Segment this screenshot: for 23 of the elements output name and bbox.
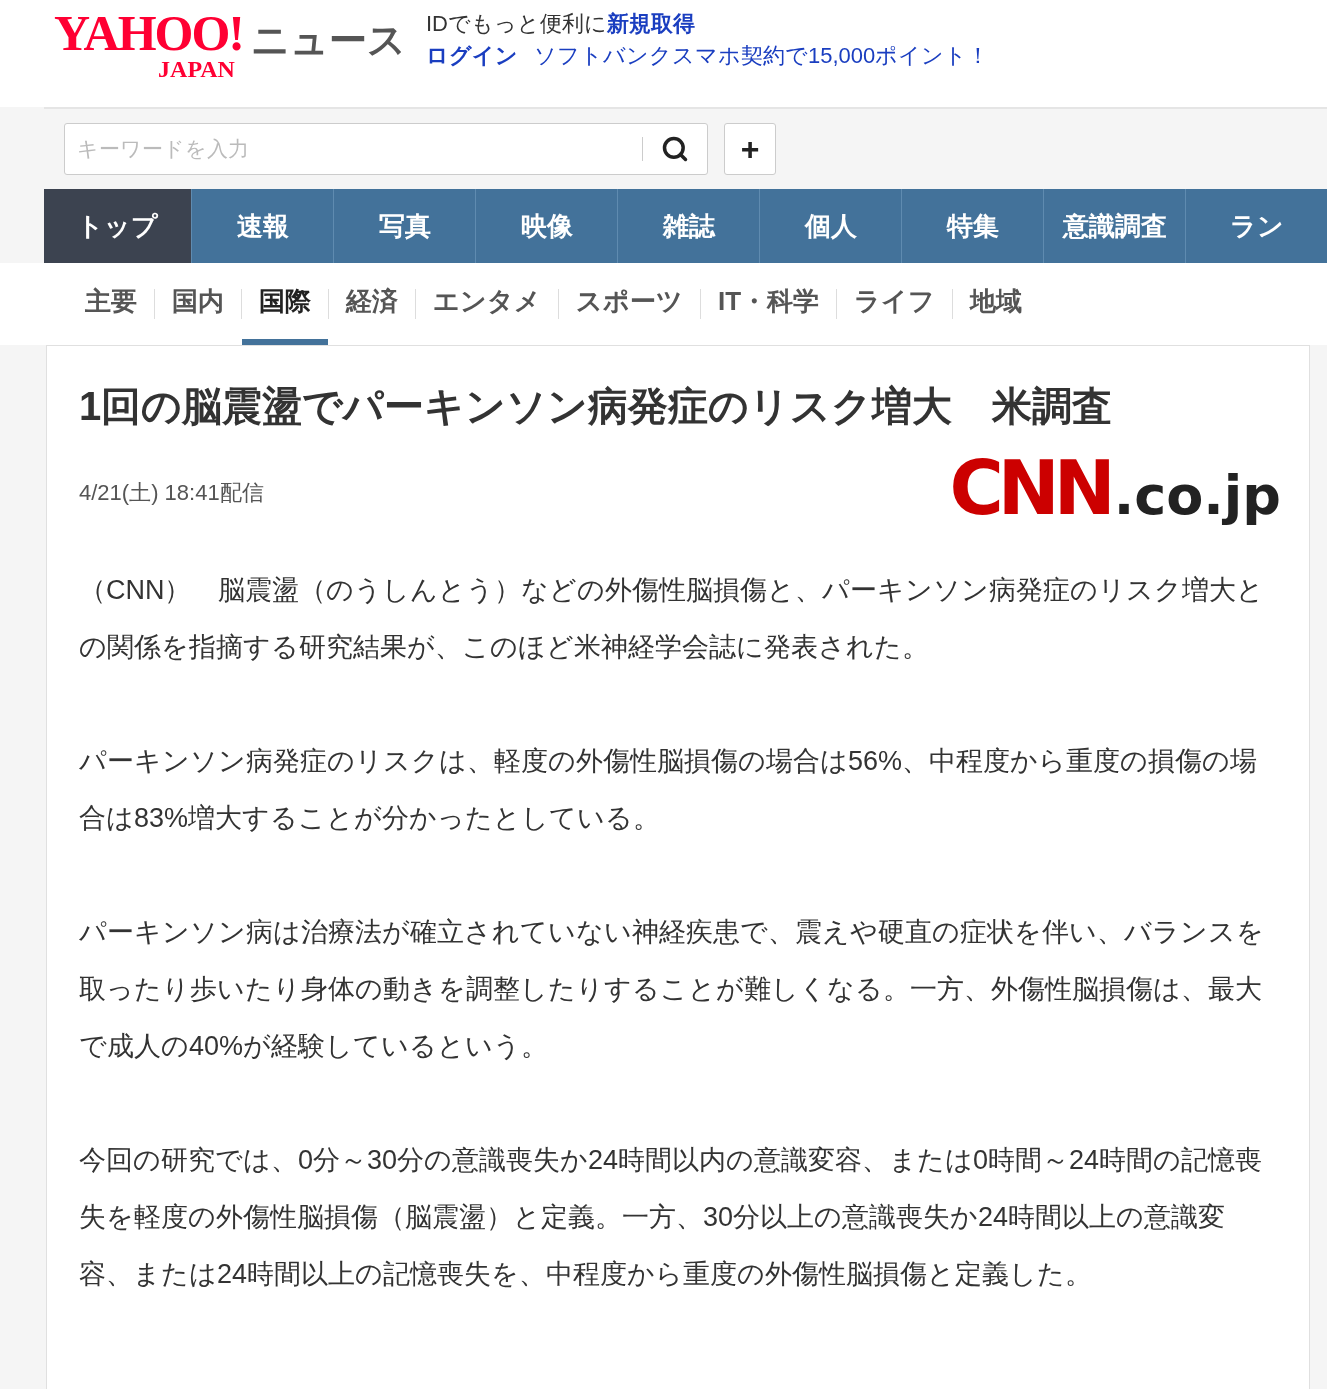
cnn-logo[interactable]: CNN.co.jp [949, 448, 1281, 536]
category-tab[interactable]: 主要 [68, 263, 154, 345]
promo-text: IDでもっと便利に新規取得 [425, 10, 696, 38]
service-name: ニュース [250, 18, 406, 63]
add-button[interactable]: + [724, 123, 776, 175]
promo-link[interactable]: ソフトバンクスマホ契約で15,000ポイント！ [533, 40, 990, 72]
login-link[interactable]: ログイン [425, 40, 518, 72]
article-paragraph: パーキンソン病発症のリスクは、軽度の外傷性脳損傷の場合は56%、中程度から重度の損傷の場合は83%増大することが分かったとしている。 [79, 745, 1259, 835]
category-tab[interactable]: エンタメ [416, 263, 558, 345]
article-paragraph: 今回の研究では、0分～30分の意識喪失か24時間以内の意識変容、または0時間～24時間の記憶喪失を軽度の外傷性脳損傷（脳震盪）と定義。一方、30分以上の意識喪失か24時間以上の意識変容、または24時間以上の記憶喪失を、中程度から重度の外傷性脳損傷と定義した。 [79, 1144, 1264, 1291]
category-tab[interactable]: スポーツ [559, 263, 700, 345]
article-paragraph: （CNN） 脳震盪（のうしんとう）などの外傷性脳損傷と、パーキンソン病発症のリスク増大との関係を指摘する研究結果が、このほど米神経学会誌に発表された。 [79, 574, 1266, 664]
article-paragraph: パーキンソン病は治療法が確立されていない神経疾患で、震えや硬直の症状を伴い、バランスを取ったり歩いたり身体の動きを調整したりすることが難しくなる。一方、外傷性脳損傷は、最大で成人の40%が経験しているという。 [79, 916, 1265, 1063]
signup-link[interactable]: 新規取得 [606, 11, 695, 36]
category-tab[interactable]: 経済 [329, 263, 415, 345]
category-tab[interactable]: ライフ [837, 263, 953, 345]
publish-date: 4/21(土) 18:41配信 [79, 478, 264, 507]
article-title: 1回の脳震盪でパーキンソン病発症のリスク増大 米調査 [79, 383, 1114, 430]
nav-tab[interactable]: トップ [44, 189, 192, 263]
category-tab[interactable]: IT・科学 [701, 263, 837, 345]
category-tab[interactable]: 国内 [155, 263, 241, 345]
category-tab[interactable]: 地域 [953, 263, 1040, 345]
yahoo-japan-logo[interactable]: YAHOO! JAPAN [54, 8, 243, 80]
